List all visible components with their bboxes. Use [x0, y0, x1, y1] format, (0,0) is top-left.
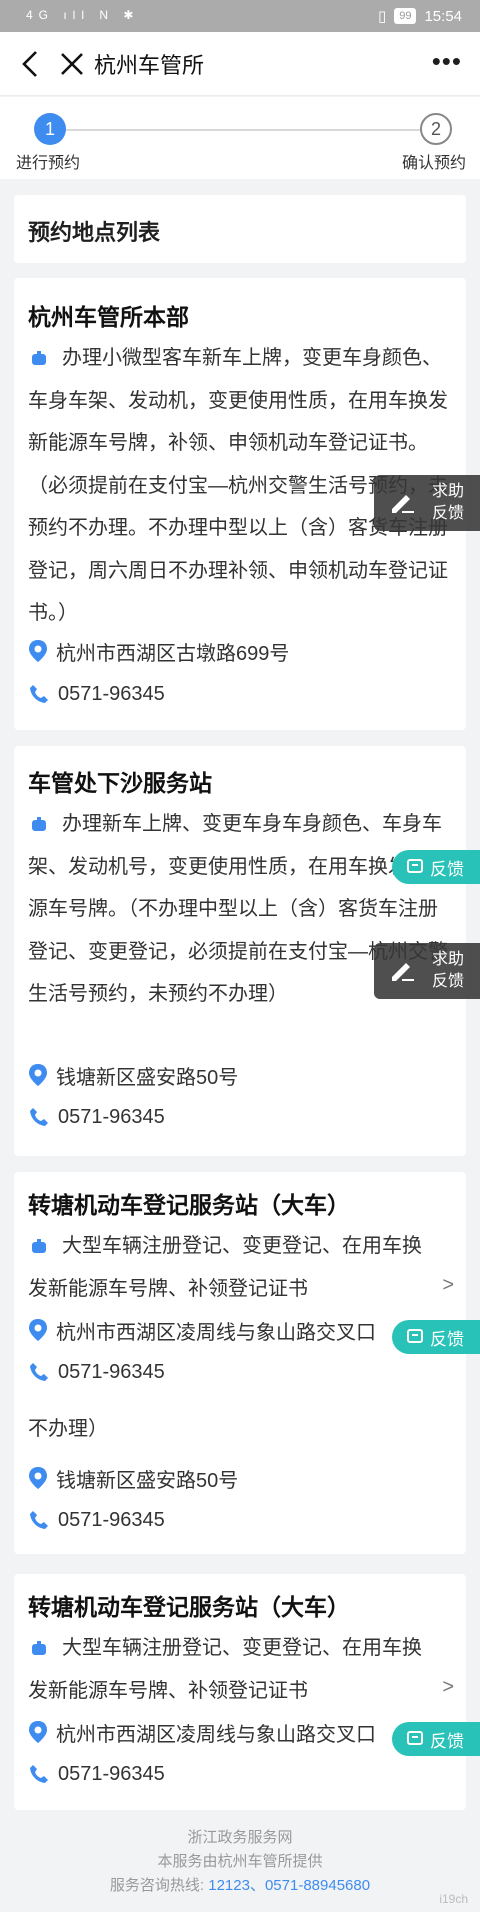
location-address: 杭州市西湖区凌周线与象山路交叉口	[28, 1314, 376, 1346]
address-text: 杭州市西湖区古墩路699号	[56, 642, 290, 665]
address-text: 杭州市西湖区凌周线与象山路交叉口	[56, 1723, 376, 1746]
address-text: 钱塘新区盛安路50号	[56, 1066, 239, 1089]
watermark-logo: i19ch	[439, 1892, 468, 1906]
location-description: 大型车辆注册登记、变更登记、在用车换发新能源车号牌、补领登记证书	[28, 1637, 422, 1702]
title-bar: 杭州车管所 •••	[0, 32, 480, 96]
phone-text: 0571-96345	[58, 1105, 165, 1128]
location-phone[interactable]: 0571-96345	[28, 1101, 165, 1133]
location-pin-icon	[29, 1064, 47, 1086]
status-time: 15:54	[424, 7, 462, 25]
feedback-button[interactable]: 反馈	[392, 1722, 480, 1756]
feedback-button[interactable]: 反馈	[392, 850, 480, 884]
help-label: 求助 反馈	[432, 483, 465, 522]
location-address: 杭州市西湖区凌周线与象山路交叉口	[28, 1716, 376, 1748]
status-bar: 4G ıll N ✱ ▯ 99 15:54	[0, 0, 480, 32]
footer-line-2: 本服务由杭州车管所提供	[157, 1853, 323, 1870]
phone-text: 0571-96345	[58, 682, 165, 705]
pencil-icon	[392, 963, 414, 981]
step-connector	[64, 129, 420, 131]
footer-line-3: 服务咨询热线: 12123、0571-88945680	[109, 1877, 371, 1894]
step-2-label: 确认预约	[401, 155, 466, 172]
render-glitch-strip	[14, 1396, 466, 1410]
list-header-card: 预约地点列表	[14, 195, 466, 263]
phone-text: 0571-96345	[58, 1360, 165, 1383]
feedback-icon	[407, 1329, 423, 1343]
location-card[interactable]: 转塘机动车登记服务站（大车） 大型车辆注册登记、变更登记、在用车换发新能源车号牌…	[14, 1574, 466, 1810]
hotline-links[interactable]: 12123、0571-88945680	[208, 1877, 370, 1894]
step-1-indicator: 1	[34, 113, 66, 145]
footer-line-1: 浙江政务服务网	[187, 1829, 293, 1846]
page-title: 杭州车管所	[94, 53, 205, 78]
location-pin-icon	[29, 1721, 47, 1743]
step-2-indicator: 2	[420, 113, 452, 145]
glitch-address: 钱塘新区盛安路50号	[28, 1462, 238, 1494]
step-1-label: 进行预约	[16, 155, 81, 172]
booking-steps: 1 2 进行预约 确认预约	[0, 97, 480, 179]
list-title: 预约地点列表	[28, 220, 161, 245]
help-feedback-button[interactable]: 求助 反馈	[374, 475, 480, 531]
feedback-icon	[407, 1731, 423, 1745]
location-pin-icon	[29, 1467, 47, 1489]
phone-icon	[30, 1765, 48, 1783]
help-label: 求助 反馈	[432, 951, 465, 990]
status-signal: 4G ıll N ✱	[26, 8, 140, 22]
location-description: 大型车辆注册登记、变更登记、在用车换发新能源车号牌、补领登记证书	[28, 1235, 422, 1300]
feedback-button[interactable]: 反馈	[392, 1320, 480, 1354]
address-text: 钱塘新区盛安路50号	[56, 1469, 239, 1492]
phone-icon	[30, 1363, 48, 1381]
battery-icon: 99	[394, 8, 417, 24]
status-right: ▯ 99 15:54	[377, 7, 462, 26]
location-phone[interactable]: 0571-96345	[28, 1758, 165, 1790]
phone-icon	[30, 1108, 48, 1126]
more-menu-icon[interactable]: •••	[432, 46, 462, 77]
location-pin-icon	[29, 640, 47, 662]
glitch-phone[interactable]: 0571-96345	[28, 1504, 165, 1536]
location-pin-icon	[29, 1319, 47, 1341]
phone-icon	[30, 1511, 48, 1529]
glitch-text: 不办理）	[28, 1418, 108, 1440]
feedback-icon	[407, 859, 423, 873]
location-address: 钱塘新区盛安路50号	[28, 1059, 238, 1091]
location-name: 转塘机动车登记服务站（大车）	[28, 1192, 350, 1218]
vibrate-icon: ▯	[377, 8, 387, 25]
phone-icon	[30, 685, 48, 703]
location-phone[interactable]: 0571-96345	[28, 678, 165, 710]
phone-text: 0571-96345	[58, 1762, 165, 1785]
location-name: 杭州车管所本部	[28, 304, 189, 330]
back-icon[interactable]	[18, 46, 42, 82]
help-feedback-button[interactable]: 求助 反馈	[374, 943, 480, 999]
location-address: 杭州市西湖区古墩路699号	[28, 635, 289, 667]
chevron-right-icon[interactable]: >	[442, 1274, 454, 1297]
location-name: 转塘机动车登记服务站（大车）	[28, 1594, 350, 1620]
phone-text: 0571-96345	[58, 1508, 165, 1531]
location-card[interactable]: 转塘机动车登记服务站（大车） 大型车辆注册登记、变更登记、在用车换发新能源车号牌…	[14, 1172, 466, 1554]
location-phone[interactable]: 0571-96345	[28, 1356, 165, 1388]
close-icon[interactable]	[58, 50, 86, 78]
page-footer: 浙江政务服务网 本服务由杭州车管所提供 服务咨询热线: 12123、0571-8…	[0, 1826, 480, 1898]
pencil-icon	[392, 495, 414, 513]
location-name: 车管处下沙服务站	[28, 770, 212, 796]
chevron-right-icon[interactable]: >	[442, 1676, 454, 1699]
address-text: 杭州市西湖区凌周线与象山路交叉口	[56, 1321, 376, 1344]
